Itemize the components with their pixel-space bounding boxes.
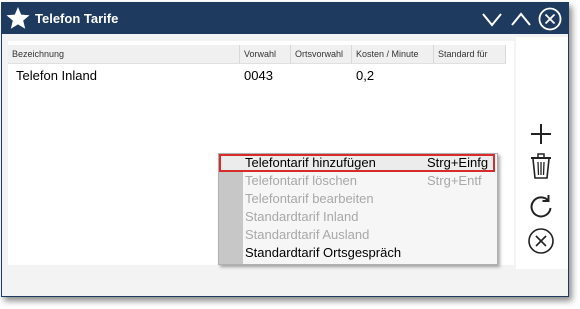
header-standard-fuer[interactable]: Standard für bbox=[434, 45, 506, 64]
cell-kosten: 0,2 bbox=[356, 68, 375, 83]
menu-item-label: Standardtarif Inland bbox=[245, 209, 359, 224]
window-title: Telefon Tarife bbox=[35, 11, 119, 26]
refresh-icon[interactable] bbox=[526, 192, 556, 222]
menu-item-telefontarif-hinzufuegen[interactable]: Telefontarif hinzufügen Strg+Einfg bbox=[245, 154, 495, 172]
menu-item-telefontarif-loeschen[interactable]: Telefontarif löschen Strg+Entf bbox=[245, 172, 495, 190]
app-window: Telefon Tarife Bezeichnung Vorwahl Ortsv… bbox=[1, 2, 569, 297]
header-bezeichnung[interactable]: Bezeichnung bbox=[8, 45, 240, 64]
menu-item-label: Telefontarif hinzufügen bbox=[245, 155, 376, 170]
menu-item-standardtarif-ausland[interactable]: Standardtarif Ausland bbox=[245, 226, 495, 244]
menu-item-telefontarif-bearbeiten[interactable]: Telefontarif bearbeiten bbox=[245, 190, 495, 208]
plus-icon[interactable] bbox=[526, 119, 556, 149]
header-ortsvorwahl[interactable]: Ortsvorwahl bbox=[291, 45, 352, 64]
menu-item-label: Standardtarif Ausland bbox=[245, 227, 370, 242]
menu-item-standardtarif-inland[interactable]: Standardtarif Inland bbox=[245, 208, 495, 226]
cell-bezeichnung: Telefon Inland bbox=[16, 68, 97, 83]
menu-item-label: Telefontarif bearbeiten bbox=[245, 191, 374, 206]
close-window-icon[interactable] bbox=[538, 7, 562, 31]
menu-item-label: Standardtarif Ortsgespräch bbox=[245, 245, 402, 260]
trash-icon[interactable] bbox=[526, 151, 556, 181]
chevron-down-icon[interactable] bbox=[480, 7, 504, 31]
cell-vorwahl: 0043 bbox=[244, 68, 273, 83]
menu-item-standardtarif-ortsgespraech[interactable]: Standardtarif Ortsgespräch bbox=[245, 244, 495, 262]
star-app-icon bbox=[6, 7, 30, 29]
chevron-up-icon[interactable] bbox=[509, 7, 533, 31]
close-circle-icon[interactable] bbox=[526, 226, 556, 256]
table-header: Bezeichnung Vorwahl Ortsvorwahl Kosten /… bbox=[8, 45, 514, 65]
context-menu: Telefontarif hinzufügen Strg+Einfg Telef… bbox=[218, 153, 498, 265]
menu-item-label: Telefontarif löschen bbox=[245, 173, 358, 188]
title-bar[interactable]: Telefon Tarife bbox=[2, 3, 568, 34]
header-vorwahl[interactable]: Vorwahl bbox=[240, 45, 291, 64]
menu-item-shortcut: Strg+Entf bbox=[427, 173, 482, 188]
action-sidebar bbox=[516, 37, 568, 269]
menu-item-shortcut: Strg+Einfg bbox=[427, 155, 489, 170]
header-kosten-minute[interactable]: Kosten / Minute bbox=[352, 45, 434, 64]
